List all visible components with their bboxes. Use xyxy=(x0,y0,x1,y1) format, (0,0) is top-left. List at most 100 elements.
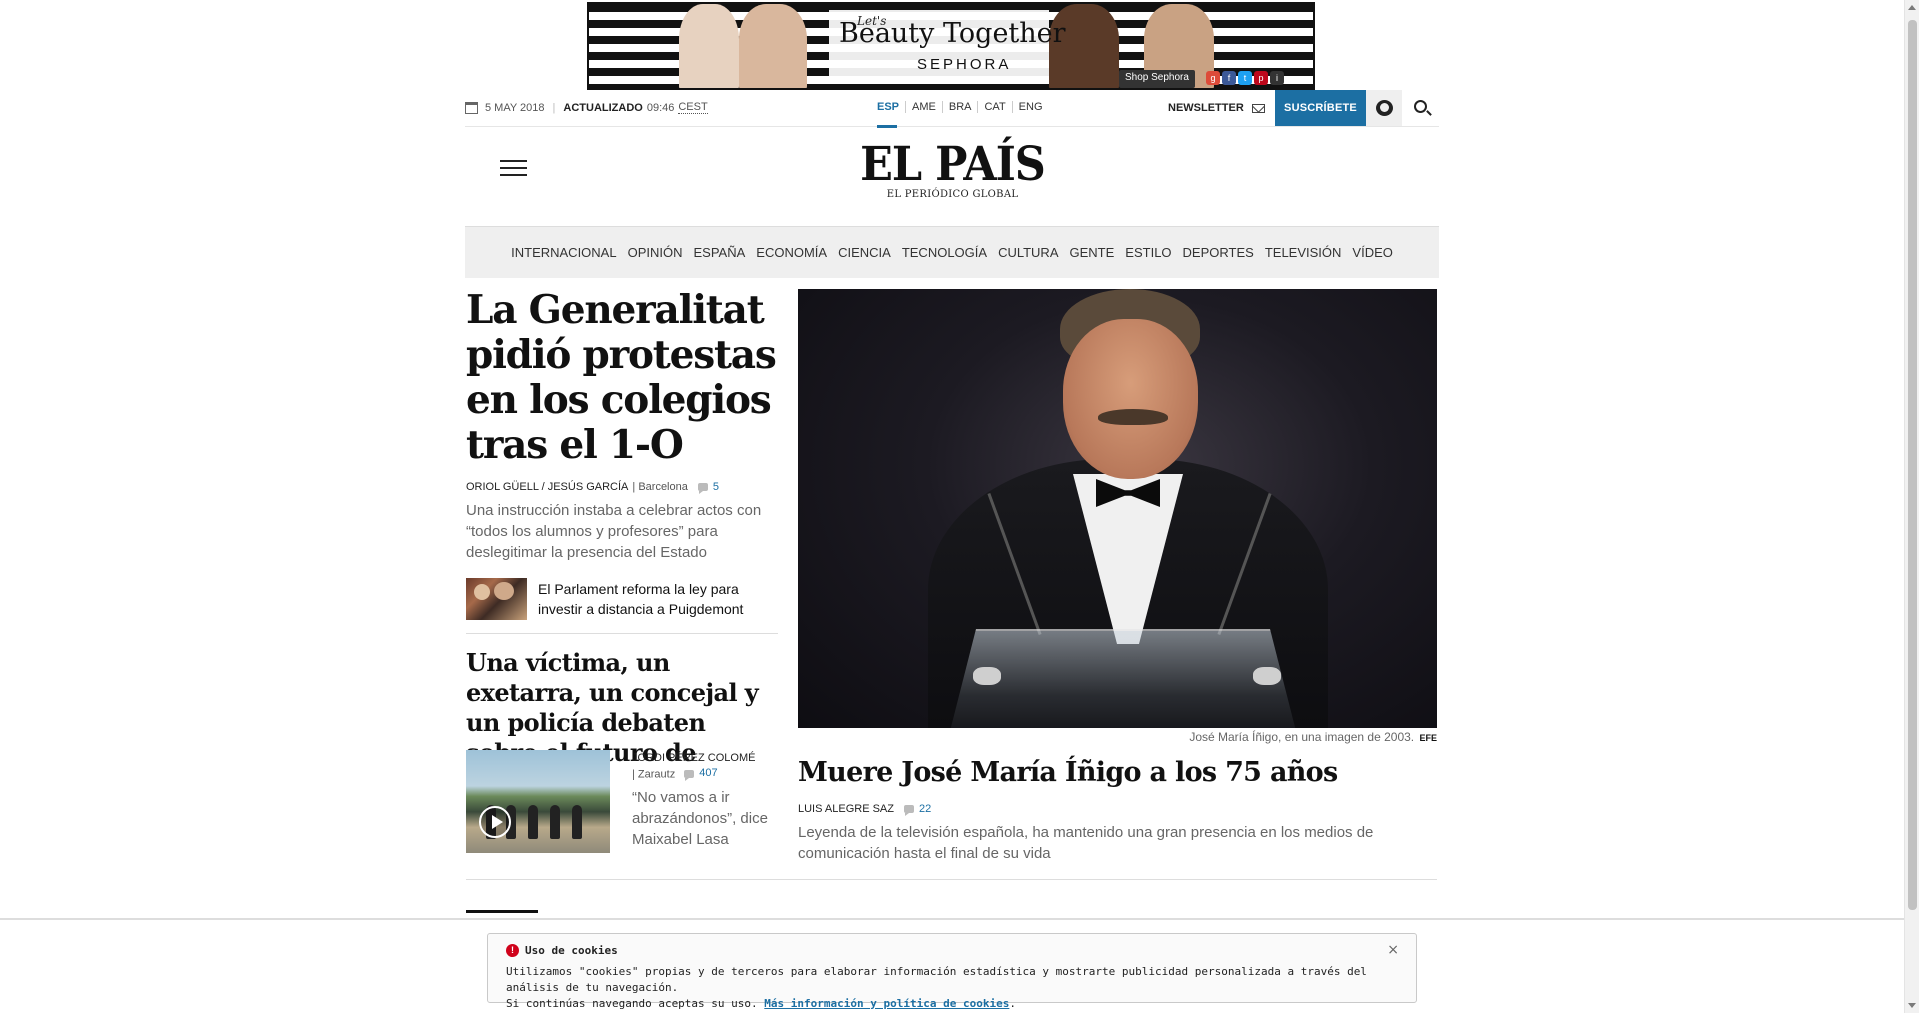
account-button[interactable] xyxy=(1366,90,1402,126)
alert-icon: ! xyxy=(506,944,519,957)
thumbnail-person xyxy=(550,805,560,839)
top-bar: 5 MAY 2018 | ACTUALIZADO 09:46 CEST ESP … xyxy=(465,90,1439,128)
nav-video[interactable]: VÍDEO xyxy=(1352,245,1392,260)
edition-esp[interactable]: ESP xyxy=(877,101,905,113)
feature-photo[interactable] xyxy=(798,289,1437,728)
nav-espana[interactable]: ESPAÑA xyxy=(694,245,746,260)
lead-headline[interactable]: La Generalitat pidió protestas en los co… xyxy=(466,288,777,468)
photo-moustache xyxy=(1098,409,1168,425)
newsletter-link[interactable]: NEWSLETTER xyxy=(1168,102,1265,114)
nav-tecnologia[interactable]: TECNOLOGÍA xyxy=(902,245,987,260)
nav-internacional[interactable]: INTERNACIONAL xyxy=(511,245,616,260)
newsletter-label: NEWSLETTER xyxy=(1168,102,1244,114)
edition-selector: ESP AME BRA CAT ENG xyxy=(877,101,1049,128)
cookie-text-line1: Utilizamos "cookies" propias y de tercer… xyxy=(506,965,1367,994)
feature-headline[interactable]: Muere José María Íñigo a los 75 años xyxy=(798,756,1437,790)
cookie-notice: ! Uso de cookies Utilizamos "cookies" pr… xyxy=(487,933,1417,1010)
hamburger-icon xyxy=(500,167,527,169)
edition-cat[interactable]: CAT xyxy=(977,101,1011,113)
ad-headline: Beauty Together xyxy=(839,18,1066,49)
scroll-up-arrow[interactable] xyxy=(1908,5,1916,10)
lead-location: | Barcelona xyxy=(632,481,688,493)
cookie-title: Uso de cookies xyxy=(525,944,618,957)
second-byline: JORDI PÉREZ COLOMÉ | Zarautz 407 xyxy=(632,751,782,783)
comment-icon xyxy=(697,483,708,494)
updated-label: ACTUALIZADO xyxy=(563,101,643,114)
photo-face xyxy=(1063,319,1198,479)
vertical-scrollbar[interactable] xyxy=(1904,0,1919,1013)
nav-economia[interactable]: ECONOMÍA xyxy=(756,245,827,260)
related-article[interactable]: El Parlament reforma la ley para investi… xyxy=(466,578,778,634)
caption-text: José María Íñigo, en una imagen de 2003. xyxy=(1189,730,1415,744)
cookie-policy-link[interactable]: Más información y política de cookies xyxy=(764,997,1009,1010)
logo-name: EL PAÍS xyxy=(860,138,1046,192)
date: 5 MAY 2018 xyxy=(485,101,545,114)
ad-model-image xyxy=(739,4,807,88)
scroll-down-arrow[interactable] xyxy=(1908,1003,1916,1008)
comment-icon xyxy=(684,769,695,781)
nav-cultura[interactable]: CULTURA xyxy=(998,245,1058,260)
related-headline[interactable]: El Parlament reforma la ley para investi… xyxy=(538,579,778,619)
nav-television[interactable]: TELEVISIÓN xyxy=(1265,245,1342,260)
edition-ame[interactable]: AME xyxy=(905,101,942,113)
hamburger-icon xyxy=(500,160,527,162)
user-icon xyxy=(1376,100,1393,116)
pinterest-icon[interactable]: p xyxy=(1254,71,1268,85)
scrollbar-thumb[interactable] xyxy=(1908,20,1917,910)
timezone: CEST xyxy=(678,101,708,114)
ad-model-image xyxy=(679,4,739,88)
nav-ciencia[interactable]: CIENCIA xyxy=(838,245,891,260)
second-author[interactable]: JORDI PÉREZ COLOMÉ xyxy=(632,751,782,766)
search-icon[interactable] xyxy=(1414,100,1427,113)
ad-banner[interactable]: Let's Beauty Together SEPHORA Shop Sepho… xyxy=(587,2,1315,90)
twitter-icon[interactable]: t xyxy=(1238,71,1252,85)
lead-byline: ORIOL GÜELL / JESÚS GARCÍA | Barcelona 5 xyxy=(466,481,719,494)
ad-brand: SEPHORA xyxy=(917,56,1012,73)
cookie-text: Utilizamos "cookies" propias y de tercer… xyxy=(506,965,1367,1010)
feature-byline: LUIS ALEGRE SAZ 22 xyxy=(798,803,932,816)
nav-estilo[interactable]: ESTILO xyxy=(1125,245,1171,260)
cookie-text-line2: Si continúas navegando aceptas su uso. xyxy=(506,997,758,1010)
second-quote: “No vamos a ir abrazándonos”, dice Maixa… xyxy=(632,789,768,848)
nav-opinion[interactable]: OPINIÓN xyxy=(628,245,683,260)
second-location: | Zarautz xyxy=(632,768,676,781)
ad-shop-button[interactable]: Shop Sephora xyxy=(1119,70,1195,88)
lead-comment-count: 5 xyxy=(712,481,719,493)
separator: | xyxy=(552,101,556,114)
section-tab-marker xyxy=(466,910,538,913)
photo-podium-light xyxy=(1253,667,1281,685)
section-nav: INTERNACIONAL OPINIÓN ESPAÑA ECONOMÍA CI… xyxy=(465,226,1439,278)
nav-gente[interactable]: GENTE xyxy=(1070,245,1115,260)
caption-source: EFE xyxy=(1419,733,1437,743)
feature-comments-link[interactable]: 22 xyxy=(903,803,932,816)
subscribe-button[interactable]: SUSCRÍBETE xyxy=(1275,90,1366,126)
updated-time: 09:46 xyxy=(646,101,675,114)
facebook-icon[interactable]: f xyxy=(1222,71,1236,85)
nav-deportes[interactable]: DEPORTES xyxy=(1183,245,1254,260)
mail-icon xyxy=(1251,103,1265,113)
edition-bra[interactable]: BRA xyxy=(941,101,978,113)
instagram-icon[interactable]: i xyxy=(1270,71,1284,85)
google-plus-icon[interactable]: g xyxy=(1206,71,1220,85)
play-icon[interactable] xyxy=(479,806,511,838)
menu-button[interactable] xyxy=(500,160,527,176)
lead-comments-link[interactable]: 5 xyxy=(697,481,719,494)
feature-author[interactable]: LUIS ALEGRE SAZ xyxy=(798,803,894,815)
section-divider xyxy=(466,879,1437,880)
active-edition-underline xyxy=(877,125,897,128)
site-logo[interactable]: EL PAÍS EL PERIÓDICO GLOBAL xyxy=(850,138,1055,200)
feature-comment-count: 22 xyxy=(918,803,932,815)
close-icon[interactable]: × xyxy=(1387,942,1399,958)
calendar-icon xyxy=(465,101,478,114)
comment-icon xyxy=(903,805,914,816)
second-comment-count: 407 xyxy=(699,767,718,779)
lead-summary: Una instrucción instaba a celebrar actos… xyxy=(466,502,762,561)
second-comments-link[interactable]: 407 xyxy=(684,766,718,781)
date-line: 5 MAY 2018 | ACTUALIZADO 09:46 CEST xyxy=(465,101,708,114)
edition-eng[interactable]: ENG xyxy=(1011,101,1049,113)
thumbnail-person xyxy=(572,805,582,839)
video-thumbnail[interactable] xyxy=(466,750,610,853)
photo-caption: José María Íñigo, en una imagen de 2003.… xyxy=(798,730,1437,744)
lead-authors[interactable]: ORIOL GÜELL / JESÚS GARCÍA xyxy=(466,481,628,493)
related-thumbnail[interactable] xyxy=(466,578,527,620)
